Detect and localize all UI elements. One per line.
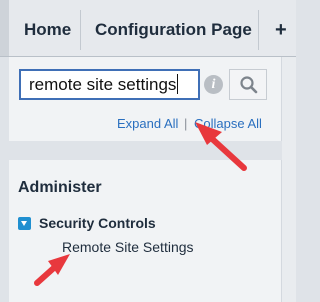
annotation-arrows: [34, 122, 247, 286]
arrow-annotation-icon: [34, 254, 70, 286]
arrow-annotation-icon: [195, 122, 247, 171]
